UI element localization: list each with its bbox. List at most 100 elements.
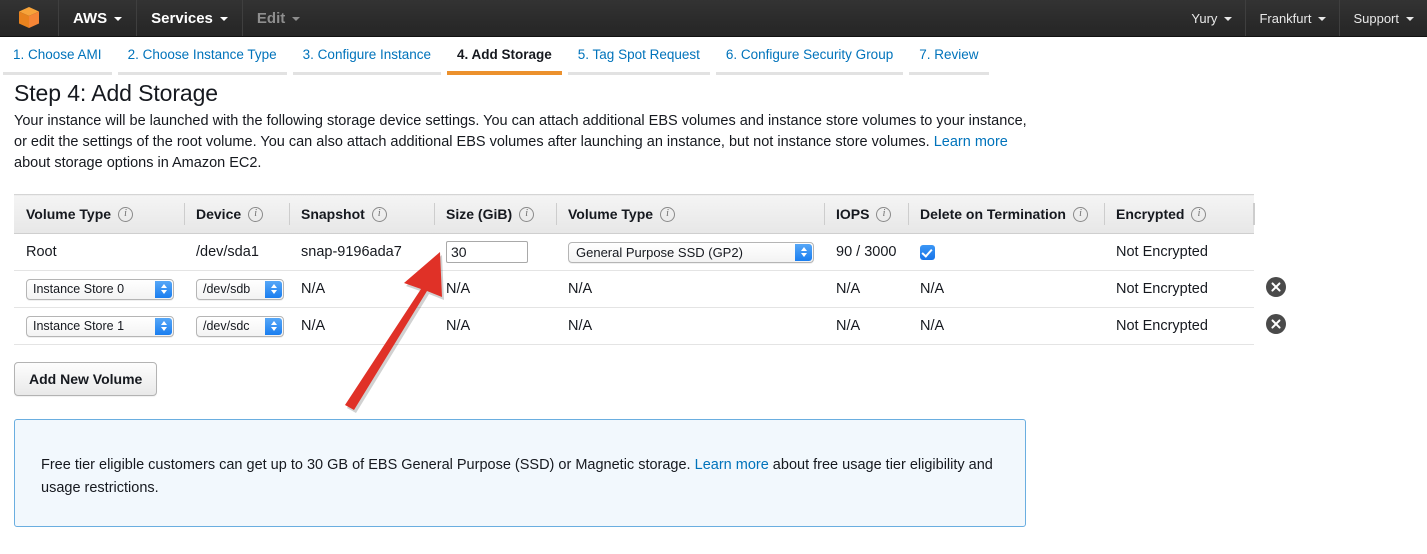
tab-configure-instance[interactable]: 3. Configure Instance <box>290 37 444 75</box>
page-description-part1: Your instance will be launched with the … <box>14 113 1027 150</box>
cell-volume-type-select: General Purpose SSD (GP2) <box>556 234 824 271</box>
nav-item-services-label: Services <box>151 10 213 27</box>
col-encrypted-label: Encrypted <box>1116 206 1184 222</box>
table-row: Instance Store 1 /dev/sdc <box>14 308 1254 345</box>
nav-item-account-label: Yury <box>1191 11 1217 26</box>
cell-delete-on-termination: N/A <box>908 308 1104 345</box>
device-select[interactable]: /dev/sdb <box>196 279 284 300</box>
nav-item-aws-label: AWS <box>73 10 107 27</box>
cell-size: N/A <box>434 271 556 308</box>
info-icon[interactable]: i <box>1073 207 1088 222</box>
storage-table-wrapper: Volume Type i Device i Snapshot i <box>14 194 1254 345</box>
navbar-left-group: AWS Services Edit <box>0 0 314 36</box>
cell-delete-on-termination <box>908 234 1104 271</box>
tab-add-storage-label: 4. Add Storage <box>457 47 552 62</box>
col-volume-type-label: Volume Type <box>26 206 111 222</box>
device-select[interactable]: /dev/sdc <box>196 316 284 337</box>
chevron-down-icon <box>1406 17 1414 21</box>
info-icon[interactable]: i <box>1191 207 1206 222</box>
chevron-down-icon <box>292 17 300 21</box>
stepper-arrows-icon <box>265 318 282 335</box>
remove-volume-icon[interactable] <box>1266 277 1286 297</box>
aws-cube-icon <box>16 5 42 31</box>
free-tier-info-panel: Free tier eligible customers can get up … <box>14 419 1026 527</box>
table-row: Root /dev/sda1 snap-9196ada7 General Pur… <box>14 234 1254 271</box>
tab-add-storage[interactable]: 4. Add Storage <box>444 37 565 75</box>
info-icon[interactable]: i <box>248 207 263 222</box>
nav-item-edit-label: Edit <box>257 10 285 27</box>
cell-snapshot: snap-9196ada7 <box>289 234 434 271</box>
info-icon[interactable]: i <box>876 207 891 222</box>
cell-iops: 90 / 3000 <box>824 234 908 271</box>
col-iops: IOPS i <box>824 195 908 234</box>
nav-item-support[interactable]: Support <box>1339 0 1427 36</box>
col-volume-type-2: Volume Type i <box>556 195 824 234</box>
page-description: Your instance will be launched with the … <box>14 111 1036 174</box>
storage-table-header-row: Volume Type i Device i Snapshot i <box>14 195 1254 234</box>
aws-home-link[interactable] <box>0 0 58 36</box>
chevron-down-icon <box>114 17 122 21</box>
nav-item-account[interactable]: Yury <box>1178 0 1245 36</box>
cell-delete-on-termination: N/A <box>908 271 1104 308</box>
volume-type-select[interactable]: Instance Store 0 <box>26 279 174 300</box>
storage-learn-more-link[interactable]: Learn more <box>934 134 1008 150</box>
nav-item-aws[interactable]: AWS <box>58 0 136 36</box>
top-navbar: AWS Services Edit Yury Frankfurt Support <box>0 0 1427 37</box>
tab-review-label: 7. Review <box>919 47 978 62</box>
nav-item-services[interactable]: Services <box>136 0 242 36</box>
stepper-arrows-icon <box>155 281 172 298</box>
free-tier-text-part1: Free tier eligible customers can get up … <box>41 457 695 473</box>
cell-encrypted: Not Encrypted <box>1104 308 1254 345</box>
wizard-step-tabs: 1. Choose AMI 2. Choose Instance Type 3.… <box>0 37 1427 77</box>
col-volume-type-2-label: Volume Type <box>568 206 653 222</box>
chevron-down-icon <box>1224 17 1232 21</box>
storage-table: Volume Type i Device i Snapshot i <box>14 194 1254 345</box>
remove-volume-icon[interactable] <box>1266 314 1286 334</box>
info-icon[interactable]: i <box>118 207 133 222</box>
col-size-label: Size (GiB) <box>446 206 512 222</box>
cell-device: /dev/sdc <box>184 308 289 345</box>
delete-on-termination-checkbox[interactable] <box>920 245 935 260</box>
cell-iops: N/A <box>824 271 908 308</box>
cell-volume-type-2: N/A <box>556 271 824 308</box>
cell-snapshot: N/A <box>289 308 434 345</box>
add-new-volume-button[interactable]: Add New Volume <box>14 362 157 396</box>
chevron-down-icon <box>220 17 228 21</box>
volume-type-select[interactable]: General Purpose SSD (GP2) <box>568 242 814 263</box>
cell-device: /dev/sda1 <box>184 234 289 271</box>
page-title: Step 4: Add Storage <box>14 80 1427 107</box>
tab-tag-spot-request[interactable]: 5. Tag Spot Request <box>565 37 713 75</box>
volume-type-select-value: Instance Store 0 <box>33 282 124 296</box>
cell-encrypted: Not Encrypted <box>1104 271 1254 308</box>
info-icon[interactable]: i <box>660 207 675 222</box>
tab-choose-ami[interactable]: 1. Choose AMI <box>0 37 115 75</box>
cell-size <box>434 234 556 271</box>
tab-choose-ami-label: 1. Choose AMI <box>13 47 102 62</box>
col-device: Device i <box>184 195 289 234</box>
tab-tag-spot-request-label: 5. Tag Spot Request <box>578 47 700 62</box>
stepper-arrows-icon <box>155 318 172 335</box>
nav-item-edit[interactable]: Edit <box>242 0 314 36</box>
tab-choose-instance-type-label: 2. Choose Instance Type <box>128 47 277 62</box>
info-icon[interactable]: i <box>372 207 387 222</box>
volume-type-select-value: Instance Store 1 <box>33 319 124 333</box>
nav-item-region[interactable]: Frankfurt <box>1245 0 1339 36</box>
tab-configure-security-group-label: 6. Configure Security Group <box>726 47 893 62</box>
cell-volume-type: Instance Store 1 <box>14 308 184 345</box>
cell-volume-type-2: N/A <box>556 308 824 345</box>
tab-choose-instance-type[interactable]: 2. Choose Instance Type <box>115 37 290 75</box>
chevron-down-icon <box>1318 17 1326 21</box>
page-description-part2: about storage options in Amazon EC2. <box>14 155 261 171</box>
cell-iops: N/A <box>824 308 908 345</box>
cell-encrypted: Not Encrypted <box>1104 234 1254 271</box>
col-encrypted: Encrypted i <box>1104 195 1254 234</box>
nav-item-region-label: Frankfurt <box>1259 11 1311 26</box>
device-select-value: /dev/sdb <box>203 282 250 296</box>
size-input[interactable] <box>446 241 528 263</box>
info-icon[interactable]: i <box>519 207 534 222</box>
volume-type-select[interactable]: Instance Store 1 <box>26 316 174 337</box>
tab-configure-security-group[interactable]: 6. Configure Security Group <box>713 37 906 75</box>
free-tier-learn-more-link[interactable]: Learn more <box>695 457 769 473</box>
main-content: Step 4: Add Storage Your instance will b… <box>0 80 1427 527</box>
tab-review[interactable]: 7. Review <box>906 37 991 75</box>
